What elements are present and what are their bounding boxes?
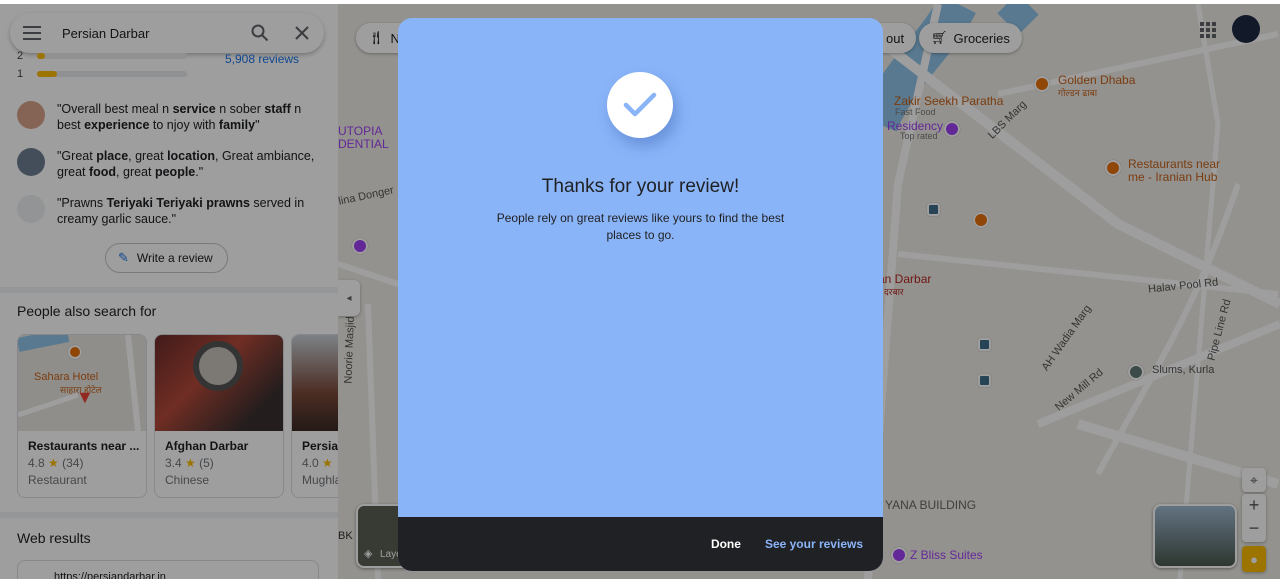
dialog-footer: Done See your reviews xyxy=(398,517,883,571)
done-button[interactable]: Done xyxy=(711,537,741,551)
dialog-message: People rely on great reviews like yours … xyxy=(496,211,785,242)
review-thanks-dialog: Thanks for your review! People rely on g… xyxy=(398,18,883,571)
dialog-title: Thanks for your review! xyxy=(541,176,740,197)
see-your-reviews-button[interactable]: See your reviews xyxy=(765,537,863,551)
checkmark-badge xyxy=(607,72,673,138)
checkmark-icon xyxy=(623,92,657,117)
top-edge xyxy=(0,0,1280,4)
